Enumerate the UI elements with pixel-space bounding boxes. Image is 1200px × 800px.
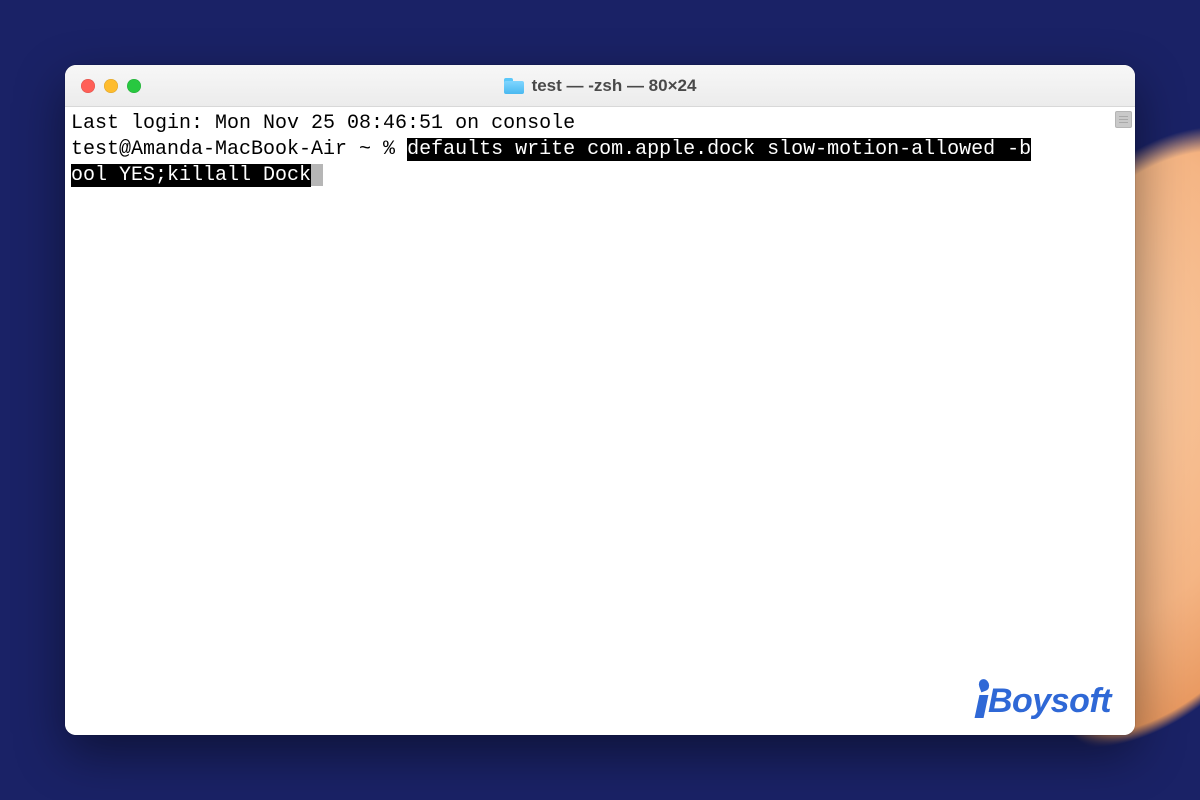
window-title: test — -zsh — 80×24 <box>65 76 1135 96</box>
watermark-dot-icon <box>977 677 987 721</box>
traffic-lights <box>65 79 141 93</box>
window-titlebar[interactable]: test — -zsh — 80×24 <box>65 65 1135 107</box>
terminal-output[interactable]: Last login: Mon Nov 25 08:46:51 on conso… <box>71 111 1131 189</box>
close-icon[interactable] <box>81 79 95 93</box>
scrollbar-thumb[interactable] <box>1115 111 1132 128</box>
folder-icon <box>504 78 524 94</box>
last-login-line: Last login: Mon Nov 25 08:46:51 on conso… <box>71 112 575 135</box>
shell-prompt: test@Amanda-MacBook-Air ~ % <box>71 138 407 161</box>
terminal-window: test — -zsh — 80×24 Last login: Mon Nov … <box>65 65 1135 735</box>
command-selection-line2[interactable]: ool YES;killall Dock <box>71 164 311 187</box>
watermark: Boysoft <box>977 677 1111 721</box>
text-cursor <box>311 164 323 186</box>
minimize-icon[interactable] <box>104 79 118 93</box>
window-title-text: test — -zsh — 80×24 <box>532 76 697 96</box>
watermark-text: Boysoft <box>988 682 1111 721</box>
command-selection-line1[interactable]: defaults write com.apple.dock slow-motio… <box>407 138 1031 161</box>
terminal-body[interactable]: Last login: Mon Nov 25 08:46:51 on conso… <box>65 107 1135 735</box>
zoom-icon[interactable] <box>127 79 141 93</box>
